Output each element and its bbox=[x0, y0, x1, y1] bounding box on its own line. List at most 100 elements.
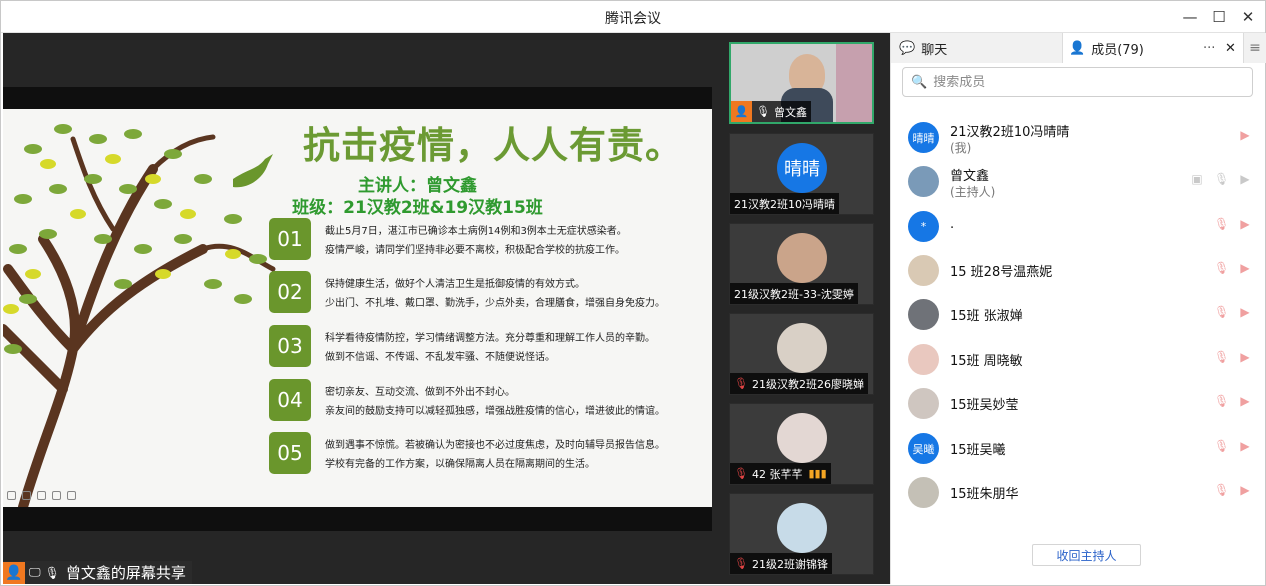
camera-off-icon[interactable]: ▶ bbox=[1238, 350, 1252, 364]
mic-icon[interactable]: 🎙 bbox=[1214, 172, 1229, 186]
member-row[interactable]: 15班 周晓敏 🎙 ▶ bbox=[891, 337, 1266, 381]
item-line: 疫情严峻，请同学们坚持非必要不离校，积极配合学校的抗疫工作。 bbox=[325, 245, 625, 256]
member-name: . bbox=[950, 217, 955, 232]
item-line: 学校有完备的工作方案，以确保隔离人员在隔离期间的生活。 bbox=[325, 459, 595, 470]
slide-item: 01 截止5月7日，湛江市已确诊本土病例14例和3例本土无症状感染者。 疫情严峻，… bbox=[269, 218, 699, 262]
member-search[interactable]: 🔍 bbox=[902, 67, 1253, 97]
member-row[interactable]: 15班 张淑婵 🎙 ▶ bbox=[891, 292, 1266, 336]
side-panel: 💬 聊天 👤 成员(79) ··· ✕ ≡ 🔍 晴晴 21汉教2班10冯晴晴(我)… bbox=[890, 33, 1266, 584]
item-line: 密切亲友、互动交流、做到不外出不封心。 bbox=[325, 387, 515, 398]
tile-name: 42 张芊芊 bbox=[751, 467, 803, 481]
member-row[interactable]: 曾文鑫 (主持人) ▣ 🎙 ▶ bbox=[891, 159, 1266, 203]
close-panel-button[interactable]: ✕ bbox=[1225, 41, 1236, 56]
screen-icon[interactable] bbox=[67, 491, 76, 500]
search-input[interactable] bbox=[933, 74, 1234, 90]
avatar: 吴曦 bbox=[908, 433, 939, 464]
camera-off-icon[interactable]: ▶ bbox=[1238, 394, 1252, 408]
tab-members[interactable]: 👤 成员(79) ··· ✕ bbox=[1063, 33, 1243, 63]
video-tile[interactable]: 🎙 21级汉教2班26廖晓婵 bbox=[729, 313, 874, 395]
slide-toolbar bbox=[7, 491, 76, 500]
close-button[interactable]: ✕ bbox=[1234, 5, 1262, 29]
camera-off-icon[interactable]: ▶ bbox=[1238, 305, 1252, 319]
video-tile[interactable]: 🎙 21级2班谢锦锋 bbox=[729, 493, 874, 575]
avatar bbox=[777, 503, 827, 553]
title-bar: 腾讯会议 — ☐ ✕ bbox=[1, 1, 1265, 33]
item-line: 做到遇事不惊慌。若被确认为密接也不必过度焦虑，及时向辅导员报告信息。 bbox=[325, 440, 665, 451]
mic-muted-icon[interactable]: 🎙 bbox=[1214, 439, 1229, 453]
item-line: 少出门、不扎堆、戴口罩、勤洗手，少点外卖，合理膳食，增强自身免疫力。 bbox=[325, 298, 665, 309]
member-row[interactable]: 吴曦 15班吴曦 🎙 ▶ bbox=[891, 426, 1266, 470]
item-number: 01 bbox=[269, 218, 311, 260]
camera-off-icon[interactable]: ▶ bbox=[1238, 261, 1252, 275]
video-tile[interactable]: 👤 🎙 曾文鑫 bbox=[729, 42, 874, 124]
mic-muted-icon[interactable]: 🎙 bbox=[1214, 261, 1229, 275]
avatar: 晴晴 bbox=[777, 143, 827, 193]
chat-icon: 💬 bbox=[899, 40, 916, 56]
pointer-icon[interactable] bbox=[52, 491, 61, 500]
avatar bbox=[908, 388, 939, 419]
signal-icon: ▮▮▮ bbox=[808, 467, 827, 480]
mic-muted-icon: 🎙 bbox=[734, 467, 748, 480]
avatar bbox=[908, 344, 939, 375]
member-row[interactable]: 15班朱朋华 🎙 ▶ bbox=[891, 470, 1266, 514]
video-tile[interactable]: 🎙 42 张芊芊 ▮▮▮ bbox=[729, 403, 874, 485]
member-row[interactable]: 15 班28号温燕妮 🎙 ▶ bbox=[891, 248, 1266, 292]
member-row[interactable]: 15班吴妙莹 🎙 ▶ bbox=[891, 381, 1266, 425]
avatar bbox=[908, 255, 939, 286]
item-line: 保持健康生活，做好个人清洁卫生是抵御疫情的有效方式。 bbox=[325, 279, 585, 290]
panel-tabs: 💬 聊天 👤 成员(79) ··· ✕ ≡ bbox=[891, 33, 1266, 63]
camera-off-icon[interactable]: ▶ bbox=[1238, 483, 1252, 497]
eraser-icon[interactable] bbox=[37, 491, 46, 500]
mic-muted-icon: 🎙 bbox=[734, 377, 748, 390]
member-name: 曾文鑫 bbox=[950, 169, 990, 184]
maximize-button[interactable]: ☐ bbox=[1205, 5, 1233, 29]
more-options-button[interactable]: ··· bbox=[1203, 41, 1215, 56]
tab-chat[interactable]: 💬 聊天 bbox=[891, 33, 1063, 63]
tile-name: 21级汉教2班26廖晓婵 bbox=[751, 377, 864, 391]
mic-muted-icon[interactable]: 🎙 bbox=[1214, 394, 1229, 408]
member-row[interactable]: 晴晴 21汉教2班10冯晴晴 (我) ▶ bbox=[891, 115, 1266, 159]
tile-name: 21级2班谢锦锋 bbox=[751, 557, 828, 571]
highlighter-icon[interactable] bbox=[22, 491, 31, 500]
member-name: 15班朱朋华 bbox=[950, 487, 1019, 502]
video-list[interactable]: 👤 🎙 曾文鑫 晴晴 21汉教2班10冯晴晴 21级汉教2班-33-沈雯婷 🎙 … bbox=[712, 33, 890, 584]
mic-muted-icon[interactable]: 🎙 bbox=[1214, 350, 1229, 364]
minimize-button[interactable]: — bbox=[1176, 5, 1204, 29]
member-name: 15 班28号温燕妮 bbox=[950, 265, 1053, 280]
slide-bottom-bar bbox=[3, 507, 712, 531]
member-name: 15班 张淑婵 bbox=[950, 309, 1023, 324]
avatar bbox=[908, 477, 939, 508]
screen-share-stage[interactable]: 抗击疫情，人人有责。 主讲人：曾文鑫 班级：21汉教2班&19汉教15班 01 … bbox=[3, 33, 712, 584]
camera-off-icon[interactable]: ▶ bbox=[1238, 217, 1252, 231]
video-tile[interactable]: 21级汉教2班-33-沈雯婷 bbox=[729, 223, 874, 305]
item-number: 02 bbox=[269, 271, 311, 313]
member-role: (主持人) bbox=[950, 185, 996, 199]
camera-off-icon[interactable]: ▶ bbox=[1238, 439, 1252, 453]
mic-muted-icon[interactable]: 🎙 bbox=[1214, 217, 1229, 231]
window-title: 腾讯会议 bbox=[605, 11, 661, 27]
item-line: 亲友间的鼓励支持可以减轻孤独感，增强战胜疫情的信心，增进彼此的情谊。 bbox=[325, 406, 665, 417]
screen-share-label: 👤 🖵 🎙 曾文鑫的屏幕共享 bbox=[3, 561, 192, 584]
shared-slide: 抗击疫情，人人有责。 主讲人：曾文鑫 班级：21汉教2班&19汉教15班 01 … bbox=[3, 109, 712, 507]
avatar bbox=[777, 233, 827, 283]
camera-off-icon[interactable]: ▶ bbox=[1238, 128, 1252, 142]
item-line: 科学看待疫情防控，学习情绪调整方法。充分尊重和理解工作人员的辛勤。 bbox=[325, 333, 655, 344]
menu-icon[interactable]: ≡ bbox=[1243, 33, 1266, 63]
item-number: 04 bbox=[269, 379, 311, 421]
pen-icon[interactable] bbox=[7, 491, 16, 500]
tile-name: 21汉教2班10冯晴晴 bbox=[734, 197, 835, 211]
slide-class: 班级：21汉教2班&19汉教15班 bbox=[292, 198, 543, 218]
screen-share-icon: 🖵 bbox=[29, 565, 41, 579]
member-name: 15班吴曦 bbox=[950, 443, 1006, 458]
reclaim-host-button[interactable]: 收回主持人 bbox=[1032, 544, 1141, 566]
tab-members-label: 成员(79) bbox=[1091, 42, 1144, 58]
mic-muted-icon[interactable]: 🎙 bbox=[1214, 305, 1229, 319]
host-icon: 👤 bbox=[731, 101, 752, 122]
camera-icon[interactable]: ▶ bbox=[1238, 172, 1252, 186]
video-tile[interactable]: 晴晴 21汉教2班10冯晴晴 bbox=[729, 133, 874, 215]
meeting-window: 腾讯会议 — ☐ ✕ 抗击疫情，人人有责。 主讲人：曾文鑫 班级：21汉教2班&… bbox=[0, 0, 1266, 586]
member-row[interactable]: *. 🎙 ▶ bbox=[891, 204, 1266, 248]
mic-muted-icon[interactable]: 🎙 bbox=[1214, 483, 1229, 497]
member-role: (我) bbox=[950, 141, 972, 155]
slide-item: 05 做到遇事不惊慌。若被确认为密接也不必过度焦虑，及时向辅导员报告信息。 学校有… bbox=[269, 432, 699, 476]
